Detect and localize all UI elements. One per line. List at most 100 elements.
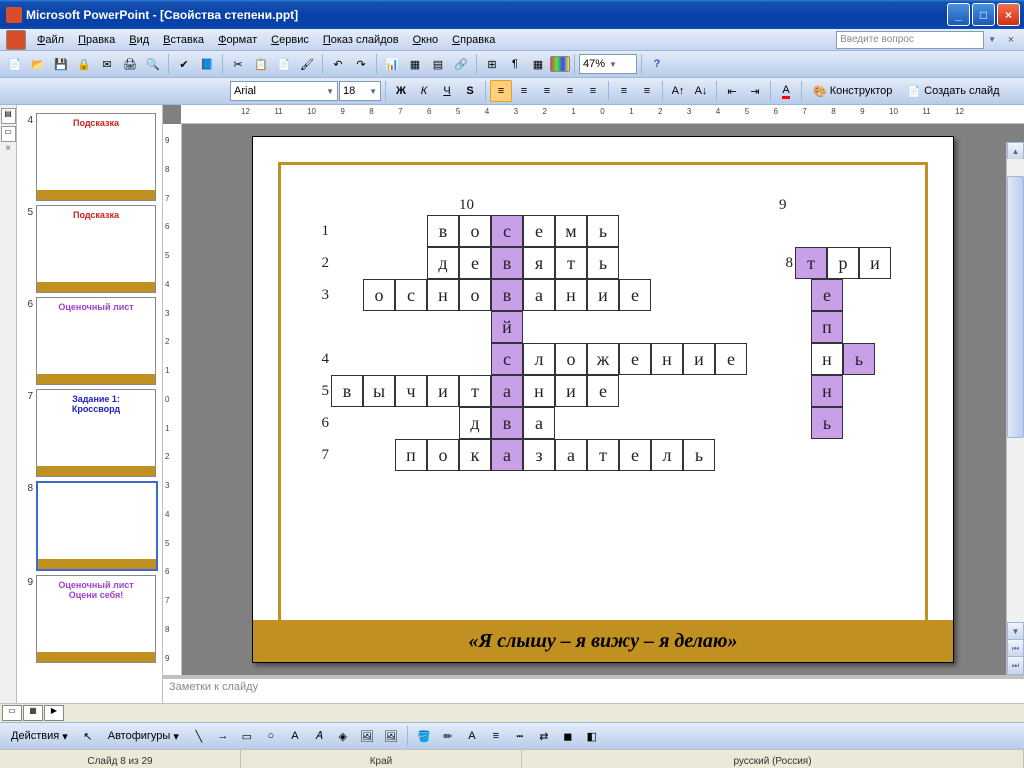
designer-button[interactable]: 🎨 Конструктор <box>806 80 899 102</box>
powerpoint-icon[interactable] <box>6 30 26 50</box>
diagram-icon[interactable]: ◈ <box>332 725 354 747</box>
slide[interactable]: 10 9 1восемь2девять8три3основаниеейп4сло… <box>252 136 954 663</box>
bullets-icon[interactable]: ≡ <box>636 80 658 102</box>
help-icon[interactable]: ? <box>646 53 668 75</box>
menubar-close-icon[interactable]: × <box>1000 29 1022 51</box>
align-left-icon[interactable]: ≡ <box>490 80 512 102</box>
slide-canvas[interactable]: 10 9 1восемь2девять8три3основаниеейп4сло… <box>182 124 1024 675</box>
decrease-font-icon[interactable]: A↓ <box>690 80 712 102</box>
underline-icon[interactable]: Ч <box>436 80 458 102</box>
thumbnail-6[interactable]: 6Оценочный лист <box>19 297 160 385</box>
save-icon[interactable]: 💾 <box>50 53 72 75</box>
preview-icon[interactable]: 🔍 <box>142 53 164 75</box>
copy-icon[interactable]: 📋 <box>250 53 272 75</box>
decrease-indent-icon[interactable]: ⇤ <box>721 80 743 102</box>
research-icon[interactable]: 📘 <box>196 53 218 75</box>
shadow-icon[interactable]: S <box>459 80 481 102</box>
dash-style-icon[interactable]: ┅ <box>509 725 531 747</box>
menu-сервис[interactable]: Сервис <box>264 32 316 48</box>
show-formatting-icon[interactable]: ¶ <box>504 53 526 75</box>
line-style-icon[interactable]: ≡ <box>485 725 507 747</box>
next-slide-icon[interactable]: ⏭ <box>1007 656 1024 675</box>
open-icon[interactable]: 📂 <box>27 53 49 75</box>
numbering-icon[interactable]: ≡ <box>613 80 635 102</box>
email-icon[interactable]: ✉ <box>96 53 118 75</box>
grid-icon[interactable]: ▦ <box>527 53 549 75</box>
arrow-icon[interactable]: → <box>212 725 234 747</box>
menu-вставка[interactable]: Вставка <box>156 32 211 48</box>
rectangle-icon[interactable]: ▭ <box>236 725 258 747</box>
menu-показ слайдов[interactable]: Показ слайдов <box>316 32 406 48</box>
thumbnail-4[interactable]: 4Подсказка <box>19 113 160 201</box>
distribute-icon[interactable]: ≡ <box>582 80 604 102</box>
slides-tab-icon[interactable]: ▭ <box>1 126 16 142</box>
shadow-style-icon[interactable]: ◼ <box>557 725 579 747</box>
notes-pane[interactable]: Заметки к слайду <box>163 675 1024 703</box>
font-color-icon[interactable]: A <box>775 80 797 102</box>
crossword-cell: а <box>523 279 555 311</box>
sorter-view-icon[interactable]: ▦ <box>23 705 43 721</box>
font-combo[interactable]: Arial▼ <box>230 81 338 101</box>
increase-font-icon[interactable]: A↑ <box>667 80 689 102</box>
fill-color-icon[interactable]: 🪣 <box>413 725 435 747</box>
menu-правка[interactable]: Правка <box>71 32 122 48</box>
align-center-icon[interactable]: ≡ <box>513 80 535 102</box>
thumbnail-9[interactable]: 9Оценочный лист Оцени себя! <box>19 575 160 663</box>
pane-close-icon[interactable]: × <box>5 143 11 154</box>
menu-файл[interactable]: Файл <box>30 32 71 48</box>
menu-вид[interactable]: Вид <box>122 32 156 48</box>
undo-icon[interactable]: ↶ <box>327 53 349 75</box>
paste-icon[interactable]: 📄 <box>273 53 295 75</box>
new-icon[interactable]: 📄 <box>4 53 26 75</box>
thumbnail-8[interactable]: 8 <box>19 481 160 571</box>
color-icon[interactable] <box>550 56 570 72</box>
italic-icon[interactable]: К <box>413 80 435 102</box>
new-slide-button[interactable]: 📄 Создать слайд <box>900 80 1006 102</box>
clipart-icon[interactable]: 🖼 <box>356 725 378 747</box>
oval-icon[interactable]: ○ <box>260 725 282 747</box>
select-icon[interactable]: ↖ <box>77 725 99 747</box>
redo-icon[interactable]: ↷ <box>350 53 372 75</box>
picture-icon[interactable]: 🖼 <box>380 725 402 747</box>
thumbnail-7[interactable]: 7Задание 1: Кроссворд <box>19 389 160 477</box>
actions-menu[interactable]: Действия ▾ <box>4 725 75 747</box>
close-button[interactable]: × <box>997 3 1020 26</box>
align-justify-icon[interactable]: ≡ <box>559 80 581 102</box>
print-icon[interactable]: 🖨 <box>119 53 141 75</box>
arrow-style-icon[interactable]: ⇄ <box>533 725 555 747</box>
font-size-combo[interactable]: 18▼ <box>339 81 381 101</box>
thumbnail-5[interactable]: 5Подсказка <box>19 205 160 293</box>
zoom-combo[interactable]: 47%▼ <box>579 54 637 74</box>
outline-tab-icon[interactable]: ▤ <box>1 108 16 124</box>
chart-icon[interactable]: 📊 <box>381 53 403 75</box>
minimize-button[interactable]: _ <box>947 3 970 26</box>
vertical-scrollbar[interactable]: ▲ ▼ ⏮ ⏭ <box>1006 142 1024 675</box>
menu-формат[interactable]: Формат <box>211 32 264 48</box>
crossword-cell: н <box>555 279 587 311</box>
maximize-button[interactable]: □ <box>972 3 995 26</box>
menu-окно[interactable]: Окно <box>406 32 446 48</box>
bold-icon[interactable]: Ж <box>390 80 412 102</box>
align-right-icon[interactable]: ≡ <box>536 80 558 102</box>
increase-indent-icon[interactable]: ⇥ <box>744 80 766 102</box>
tables-borders-icon[interactable]: ▤ <box>427 53 449 75</box>
cut-icon[interactable]: ✂ <box>227 53 249 75</box>
font-color-draw-icon[interactable]: A <box>461 725 483 747</box>
line-color-icon[interactable]: ✏ <box>437 725 459 747</box>
normal-view-icon[interactable]: ▭ <box>2 705 22 721</box>
line-icon[interactable]: ╲ <box>188 725 210 747</box>
wordart-icon[interactable]: 𝐴 <box>308 725 330 747</box>
permission-icon[interactable]: 🔒 <box>73 53 95 75</box>
expand-icon[interactable]: ⊞ <box>481 53 503 75</box>
table-icon[interactable]: ▦ <box>404 53 426 75</box>
help-search-input[interactable]: Введите вопрос <box>836 31 984 49</box>
3d-style-icon[interactable]: ◧ <box>581 725 603 747</box>
spellcheck-icon[interactable]: ✔ <box>173 53 195 75</box>
slideshow-view-icon[interactable]: ▶ <box>44 705 64 721</box>
autoshapes-menu[interactable]: Автофигуры ▾ <box>101 725 186 747</box>
crossword-grid: 10 9 1восемь2девять8три3основаниеейп4сло… <box>311 197 895 471</box>
menu-справка[interactable]: Справка <box>445 32 502 48</box>
textbox-icon[interactable]: A <box>284 725 306 747</box>
format-painter-icon[interactable]: 🖌 <box>296 53 318 75</box>
hyperlink-icon[interactable]: 🔗 <box>450 53 472 75</box>
